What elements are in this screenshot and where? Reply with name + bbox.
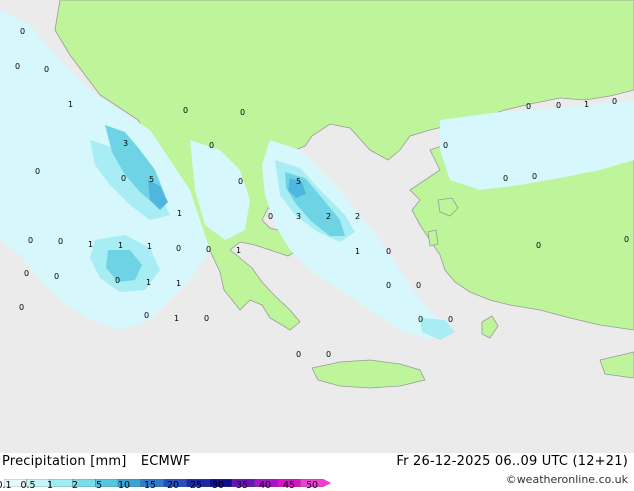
map-value-label: 0 [526, 102, 531, 111]
scale-tick: 0.1 [0, 480, 12, 491]
model-name: ECMWF [140, 454, 191, 469]
map-value-label: 0 [183, 106, 188, 115]
scale-tick: 35 [235, 480, 249, 491]
map-value-label: 0 [448, 315, 453, 324]
map-value-label: 0 [44, 65, 49, 74]
map-value-label: 5 [149, 175, 154, 184]
map-value-label: 0 [536, 241, 541, 250]
map-value-label: 5 [296, 177, 301, 186]
chios [427, 229, 439, 247]
map-value-label: 0 [240, 108, 245, 117]
precipitation-map[interactable]: 0 0 0 1 3 0 5 0 1 0 0 1 1 1 0 1 0 0 1 1 … [0, 0, 634, 490]
map-value-label: 0 [503, 174, 508, 183]
map-value-label: 0 [35, 167, 40, 176]
map-value-label: 0 [416, 281, 421, 290]
scale-tick: 30 [211, 480, 225, 491]
map-value-label: 1 [177, 209, 182, 218]
scale-tick: 1 [46, 480, 54, 491]
color-scale-ticks: 0.1 0.5 1 2 5 10 15 20 25 30 35 40 45 50 [0, 480, 334, 491]
map-value-label: 1 [88, 240, 93, 249]
map-value-label: 3 [123, 139, 128, 148]
map-value-label: 1 [118, 241, 123, 250]
map-value-label: 0 [24, 269, 29, 278]
scale-tick: 25 [189, 480, 203, 491]
map-value-label: 0 [206, 245, 211, 254]
scale-tick: 40 [258, 480, 272, 491]
scale-tick: 15 [143, 480, 157, 491]
map-value-label: 0 [58, 237, 63, 246]
scale-tick: 5 [95, 480, 103, 491]
map-value-label: 0 [176, 244, 181, 253]
map-value-label: 0 [386, 247, 391, 256]
map-value-label: 3 [296, 212, 301, 221]
map-value-label: 0 [386, 281, 391, 290]
scale-tick: 45 [282, 480, 296, 491]
map-value-label: 2 [326, 212, 331, 221]
map-value-label: 0 [532, 172, 537, 181]
map-value-label: 1 [146, 278, 151, 287]
map-value-label: 0 [238, 177, 243, 186]
map-value-label: 0 [556, 101, 561, 110]
scale-tick: 2 [71, 480, 79, 491]
scale-tick: 10 [117, 480, 131, 491]
credit-link[interactable]: ©weatheronline.co.uk [506, 473, 628, 486]
color-scale: 0.1 0.5 1 2 5 10 15 20 25 30 35 40 45 50 [0, 472, 334, 491]
map-value-label: 1 [68, 100, 73, 109]
map-value-label: 1 [355, 247, 360, 256]
map-value-label: 2 [355, 212, 360, 221]
map-value-label: 0 [612, 97, 617, 106]
map-value-label: 1 [584, 100, 589, 109]
scale-tick: 20 [166, 480, 180, 491]
map-value-label: 0 [418, 315, 423, 324]
map-value-label: 0 [19, 303, 24, 312]
map-value-label: 1 [174, 314, 179, 323]
map-value-label: 1 [176, 279, 181, 288]
scale-tick: 50 [305, 480, 319, 491]
parameter-title: Precipitation [mm] [2, 454, 127, 469]
map-title: Precipitation [mm] ECMWF [2, 454, 191, 469]
map-value-label: 0 [15, 62, 20, 71]
map-value-label: 0 [326, 350, 331, 359]
map-value-label: 0 [204, 314, 209, 323]
map-value-label: 0 [121, 174, 126, 183]
map-value-label: 0 [268, 212, 273, 221]
map-value-label: 0 [443, 141, 448, 150]
scale-tick: 0.5 [20, 480, 36, 491]
map-value-label: 0 [20, 27, 25, 36]
map-value-label: 0 [209, 141, 214, 150]
map-value-label: 1 [236, 246, 241, 255]
map-value-label: 0 [28, 236, 33, 245]
map-value-label: 0 [144, 311, 149, 320]
map-value-label: 0 [296, 350, 301, 359]
map-value-label: 0 [54, 272, 59, 281]
map-value-label: 1 [147, 242, 152, 251]
map-canvas: 0 0 0 1 3 0 5 0 1 0 0 1 1 1 0 1 0 0 1 1 … [0, 0, 634, 490]
map-value-label: 0 [115, 276, 120, 285]
legend-bar: Precipitation [mm] ECMWF Fr 26-12-2025 0… [0, 453, 634, 491]
map-value-label: 0 [624, 235, 629, 244]
valid-time: Fr 26-12-2025 06..09 UTC (12+21) [396, 454, 628, 469]
